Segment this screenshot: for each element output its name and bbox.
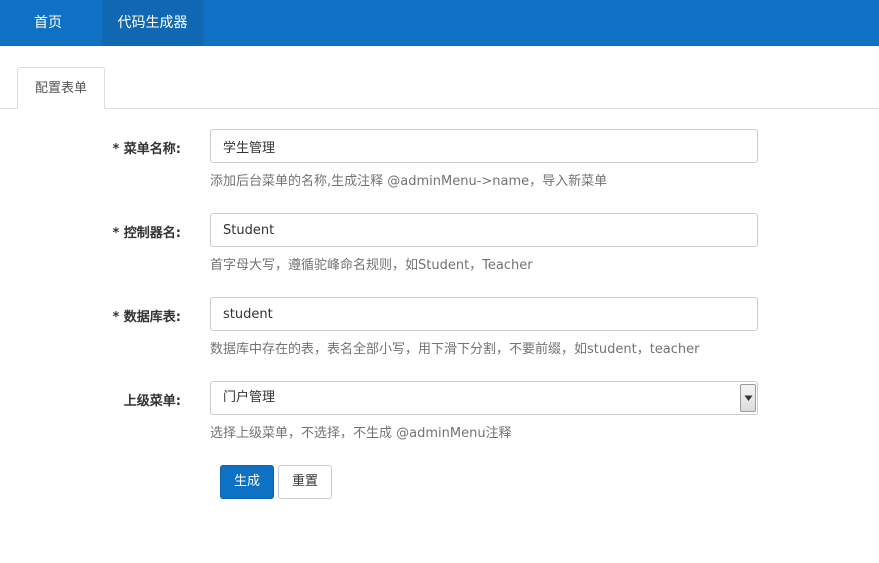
required-mark: * [112, 142, 120, 157]
db-table-label-text: 数据库表: [123, 310, 181, 325]
db-table-help: 数据库中存在的表，表名全部小写，用下滑下分割，不要前缀，如student，tea… [210, 342, 700, 357]
menu-name-label: * 菜单名称: [112, 138, 181, 157]
controller-name-input[interactable] [210, 213, 758, 247]
parent-menu-label: 上级菜单: [123, 394, 181, 409]
controller-name-label: * 控制器名: [112, 222, 181, 241]
nav-item-home[interactable]: 首页 [0, 0, 96, 46]
tab-bar-divider [0, 108, 879, 109]
select-arrow-button[interactable] [740, 384, 756, 412]
chevron-down-icon [744, 395, 753, 401]
menu-name-help: 添加后台菜单的名称,生成注释 @adminMenu->name，导入新菜单 [210, 174, 608, 189]
nav-item-code-generator[interactable]: 代码生成器 [102, 0, 203, 46]
required-mark: * [112, 226, 120, 241]
top-navbar: 首页 代码生成器 [0, 0, 879, 46]
db-table-label: * 数据库表: [112, 306, 181, 325]
menu-name-label-text: 菜单名称: [123, 142, 181, 157]
controller-name-help: 首字母大写，遵循驼峰命名规则，如Student，Teacher [210, 258, 533, 273]
tab-config-form[interactable]: 配置表单 [17, 67, 105, 109]
parent-menu-help: 选择上级菜单，不选择，不生成 @adminMenu注释 [210, 426, 512, 441]
controller-name-label-text: 控制器名: [123, 226, 181, 241]
generate-button[interactable]: 生成 [220, 465, 274, 499]
parent-menu-selected-value: 门户管理 [223, 390, 276, 405]
reset-button[interactable]: 重置 [278, 465, 332, 499]
menu-name-input[interactable] [210, 129, 758, 163]
required-mark: * [112, 310, 120, 325]
db-table-input[interactable] [210, 297, 758, 331]
parent-menu-select[interactable]: 门户管理 [210, 381, 758, 415]
